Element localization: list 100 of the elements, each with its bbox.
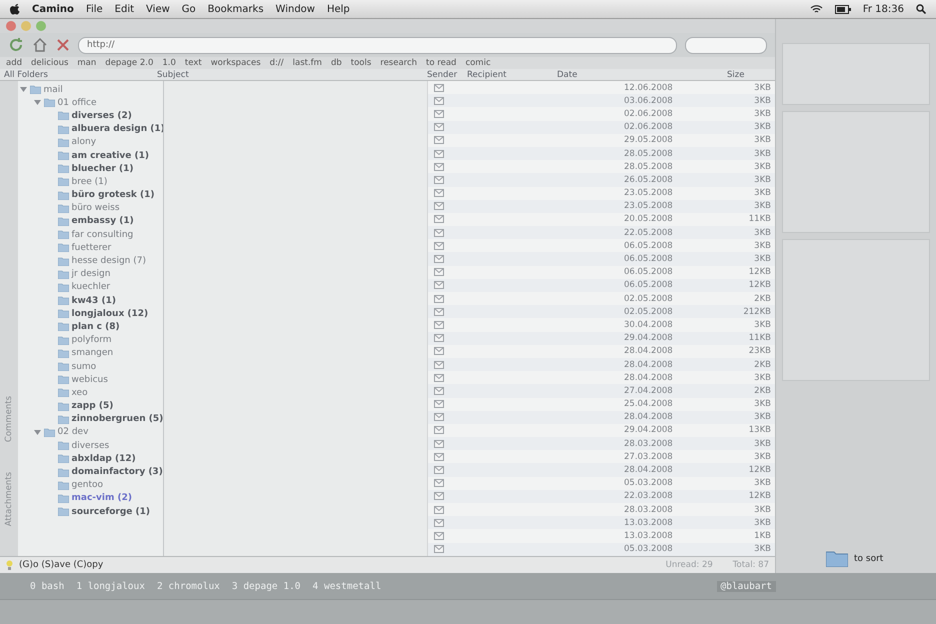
bookmark-link[interactable]: delicious: [31, 58, 68, 68]
message-row[interactable]: 27.03.2008 3KB: [428, 450, 775, 464]
message-row[interactable]: 06.05.2008 3KB: [428, 252, 775, 266]
folder-name[interactable]: domainfactory (3): [72, 467, 163, 478]
message-row[interactable]: 28.03.2008 3KB: [428, 503, 775, 516]
folder-name[interactable]: sumo: [72, 362, 96, 372]
wifi-icon[interactable]: [810, 4, 823, 14]
menu-item[interactable]: File: [86, 4, 103, 14]
message-row[interactable]: 13.03.2008 3KB: [428, 516, 775, 530]
message-row[interactable]: 02.06.2008 3KB: [428, 120, 775, 134]
message-row[interactable]: 02.06.2008 3KB: [428, 107, 775, 121]
bookmark-link[interactable]: add: [6, 58, 22, 68]
message-row[interactable]: 27.04.2008 2KB: [428, 384, 775, 398]
message-row[interactable]: 23.05.2008 3KB: [428, 186, 775, 200]
bookmark-link[interactable]: d://: [270, 58, 284, 68]
terminal-window-tab[interactable]: 2 chromolux: [156, 580, 220, 592]
message-row[interactable]: 12.06.2008 3KB: [428, 81, 775, 94]
message-row[interactable]: 28.05.2008 3KB: [428, 160, 775, 174]
message-row[interactable]: 28.04.2008 23KB: [428, 344, 775, 358]
message-row[interactable]: 29.04.2008 13KB: [428, 424, 775, 438]
message-row[interactable]: 22.03.2008 12KB: [428, 490, 775, 503]
menu-item[interactable]: View: [146, 4, 170, 14]
bookmark-link[interactable]: last.fm: [292, 58, 322, 68]
bookmark-link[interactable]: 1.0: [162, 58, 176, 68]
message-row[interactable]: 28.05.2008 3KB: [428, 146, 775, 160]
message-row[interactable]: 25.04.2008 3KB: [428, 398, 775, 411]
menu-item[interactable]: Edit: [114, 4, 134, 14]
side-tab[interactable]: Attachments: [4, 472, 14, 526]
folder-name[interactable]: alony: [72, 137, 96, 148]
message-row[interactable]: 06.05.2008 12KB: [428, 278, 775, 292]
terminal-window-tab[interactable]: 0 bash: [30, 580, 64, 592]
bookmark-link[interactable]: text: [184, 58, 202, 68]
menu-item[interactable]: Window: [276, 4, 315, 14]
column-header[interactable]: Date: [553, 70, 723, 80]
desktop-folder-label[interactable]: to sort: [854, 554, 884, 564]
folder-name[interactable]: fuetterer: [72, 242, 112, 253]
folder-name[interactable]: longjaloux (12): [72, 308, 148, 319]
message-row[interactable]: 30.04.2008 3KB: [428, 318, 775, 332]
folder-name[interactable]: jr design: [72, 269, 110, 280]
message-row[interactable]: 02.05.2008 2KB: [428, 292, 775, 306]
message-row[interactable]: 23.05.2008 3KB: [428, 200, 775, 213]
folder-name[interactable]: mac-vim (2): [72, 493, 132, 504]
folder-name[interactable]: kuechler: [72, 282, 110, 292]
folder-name[interactable]: mail: [44, 84, 63, 95]
folder-name[interactable]: diverses (2): [72, 110, 132, 121]
bookmark-link[interactable]: research: [380, 58, 418, 68]
folder-name[interactable]: am creative (1): [72, 150, 150, 161]
menu-item[interactable]: Bookmarks: [208, 4, 264, 14]
folder-name[interactable]: plan c (8): [72, 322, 120, 332]
bookmark-link[interactable]: man: [77, 58, 96, 68]
message-row[interactable]: 02.05.2008 212KB: [428, 305, 775, 318]
bookmark-link[interactable]: workspaces: [210, 58, 261, 68]
message-row[interactable]: 26.05.2008 3KB: [428, 173, 775, 186]
battery-icon[interactable]: [834, 4, 851, 14]
folder-name[interactable]: bree (1): [72, 176, 108, 187]
search-field[interactable]: [685, 36, 767, 54]
folder-name[interactable]: bluecher (1): [72, 164, 134, 174]
column-header[interactable]: Subject: [153, 70, 423, 80]
folder-name[interactable]: polyform: [72, 335, 112, 346]
bookmark-link[interactable]: to read: [426, 58, 456, 68]
column-header[interactable]: All Folders: [0, 70, 153, 80]
folder-icon[interactable]: [826, 550, 848, 567]
folder-name[interactable]: webicus: [72, 374, 108, 385]
message-row[interactable]: 29.04.2008 11KB: [428, 332, 775, 345]
message-row[interactable]: 13.03.2008 1KB: [428, 529, 775, 543]
side-tab[interactable]: Comments: [4, 396, 14, 442]
message-row[interactable]: 28.04.2008 2KB: [428, 358, 775, 372]
close-button[interactable]: [6, 21, 16, 31]
bookmark-link[interactable]: tools: [350, 58, 372, 68]
menu-item[interactable]: Go: [182, 4, 196, 14]
message-row[interactable]: 06.05.2008 3KB: [428, 239, 775, 252]
folder-name[interactable]: diverses: [72, 440, 110, 451]
message-row[interactable]: 06.05.2008 12KB: [428, 266, 775, 279]
bookmark-link[interactable]: db: [330, 58, 342, 68]
folder-name[interactable]: 01 office: [58, 98, 97, 108]
column-header[interactable]: Sender: [423, 70, 463, 80]
folder-name[interactable]: far consulting: [72, 230, 134, 240]
home-icon[interactable]: [32, 37, 48, 53]
disclosure-triangle-icon[interactable]: [34, 428, 40, 436]
message-row[interactable]: 28.04.2008 3KB: [428, 371, 775, 384]
folder-name[interactable]: sourceforge (1): [72, 506, 150, 517]
menu-item[interactable]: Help: [326, 4, 350, 14]
url-field[interactable]: http://: [78, 36, 677, 54]
message-row[interactable]: 29.05.2008 3KB: [428, 134, 775, 147]
folder-name[interactable]: büro grotesk (1): [72, 190, 155, 200]
message-row[interactable]: 05.03.2008 3KB: [428, 476, 775, 490]
bookmark-link[interactable]: depage 2.0: [105, 58, 154, 68]
message-row[interactable]: 20.05.2008 11KB: [428, 212, 775, 226]
bookmark-link[interactable]: comic: [465, 58, 491, 68]
terminal-window-tab[interactable]: 1 longjaloux: [76, 580, 145, 592]
folder-name[interactable]: gentoo: [72, 480, 103, 490]
refresh-icon[interactable]: [8, 37, 24, 53]
message-row[interactable]: 03.06.2008 3KB: [428, 94, 775, 108]
search-icon[interactable]: [916, 4, 926, 14]
folder-name[interactable]: zinnobergruen (5): [72, 414, 164, 424]
terminal-window-tab[interactable]: 3 depage 1.0: [232, 580, 301, 592]
folder-name[interactable]: büro weiss: [72, 203, 120, 214]
terminal-window-tab[interactable]: 4 westmetall: [312, 580, 382, 592]
message-row[interactable]: 05.03.2008 3KB: [428, 542, 775, 556]
folder-name[interactable]: smangen: [72, 348, 114, 358]
